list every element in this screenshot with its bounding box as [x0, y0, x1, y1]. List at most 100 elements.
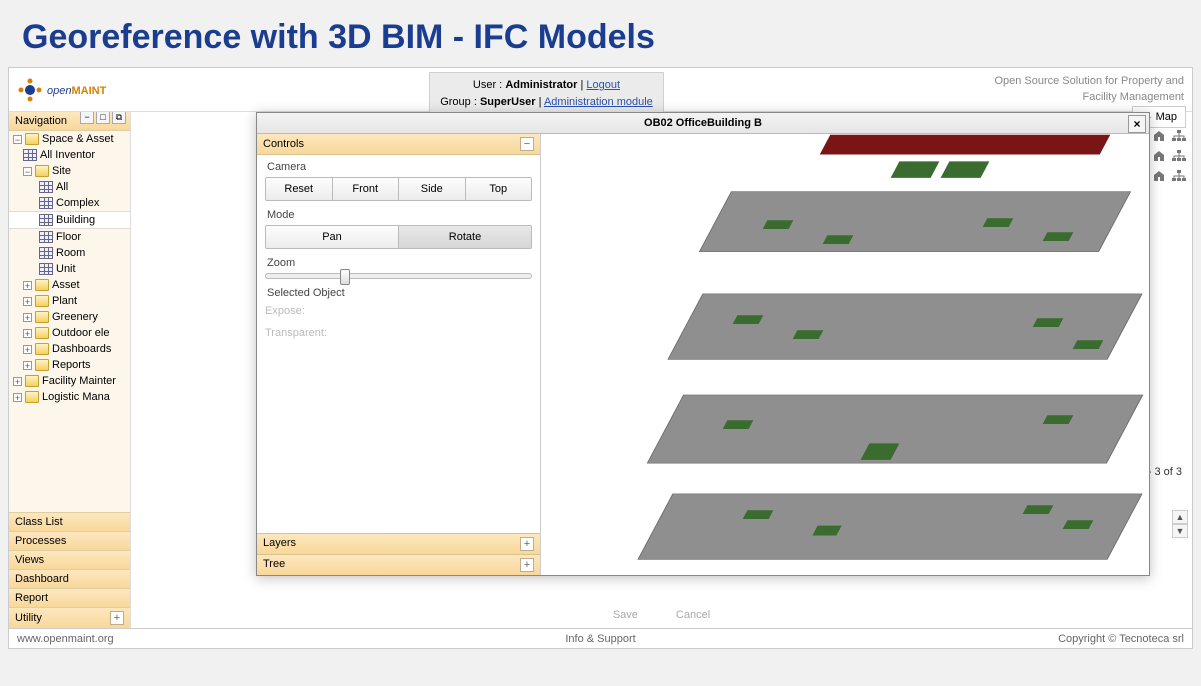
- tree-asset[interactable]: + Asset: [9, 277, 130, 293]
- accordion-report[interactable]: Report: [9, 588, 130, 607]
- logo-icon: [17, 77, 43, 103]
- tree-outdoor[interactable]: +Outdoor ele: [9, 325, 130, 341]
- modal-title: OB02 OfficeBuilding B ×: [257, 113, 1149, 134]
- footer-link-mid[interactable]: Info & Support: [565, 633, 635, 645]
- selected-object-label: Selected Object: [265, 287, 532, 299]
- zoom-fieldset: Zoom: [265, 257, 532, 279]
- tree-space-asset[interactable]: −Space & Asset: [9, 131, 130, 147]
- expand-icon[interactable]: +: [23, 345, 32, 354]
- tree-room[interactable]: Room: [9, 245, 130, 261]
- building-icon[interactable]: [1152, 150, 1166, 162]
- accordion-label: Utility: [15, 612, 42, 624]
- tree-accordion[interactable]: Tree +: [257, 554, 540, 575]
- tree-plant[interactable]: +Plant: [9, 293, 130, 309]
- camera-side-button[interactable]: Side: [399, 178, 466, 200]
- expand-icon[interactable]: +: [23, 313, 32, 322]
- grid-icon: [39, 181, 53, 193]
- close-icon[interactable]: ×: [1128, 115, 1146, 133]
- tree-site[interactable]: −Site: [9, 163, 130, 179]
- layers-accordion[interactable]: Layers +: [257, 533, 540, 554]
- expand-icon[interactable]: +: [13, 393, 22, 402]
- grid-icon: [39, 263, 53, 275]
- tree-dashboards[interactable]: +Dashboards: [9, 341, 130, 357]
- accordion-label: Dashboard: [15, 573, 69, 585]
- building-icon[interactable]: [1152, 130, 1166, 142]
- camera-reset-button[interactable]: Reset: [266, 178, 333, 200]
- form-actions: Save Cancel: [601, 606, 722, 624]
- save-button[interactable]: Save: [601, 606, 650, 624]
- expand-icon[interactable]: +: [23, 281, 32, 290]
- collapse-icon[interactable]: −: [13, 135, 22, 144]
- tree-label: All: [56, 181, 68, 193]
- cancel-button[interactable]: Cancel: [664, 606, 722, 624]
- tree-greenery[interactable]: + Greenery: [9, 309, 130, 325]
- tree-label: Floor: [56, 231, 81, 243]
- tree-facility[interactable]: +Facility Mainter: [9, 373, 130, 389]
- expand-icon[interactable]: +: [23, 297, 32, 306]
- map-button-label: Map: [1156, 111, 1177, 123]
- tree-label: Room: [56, 247, 85, 259]
- 3d-viewport[interactable]: [541, 134, 1149, 575]
- collapse-icon[interactable]: −: [520, 137, 534, 151]
- accordion-views[interactable]: Views: [9, 550, 130, 569]
- hierarchy-icon[interactable]: [1172, 130, 1186, 142]
- tree-building[interactable]: Building: [9, 211, 130, 229]
- mode-pan-button[interactable]: Pan: [266, 226, 399, 248]
- zoom-slider[interactable]: [265, 273, 532, 279]
- expand-icon[interactable]: +: [13, 377, 22, 386]
- expand-icon[interactable]: +: [23, 329, 32, 338]
- zoom-label: Zoom: [265, 257, 532, 269]
- admin-module-link[interactable]: Administration module: [544, 96, 653, 108]
- maximize-icon[interactable]: □: [96, 112, 110, 124]
- tree-label: Greenery: [52, 311, 98, 323]
- tree-all-inventory[interactable]: All Inventor: [9, 147, 130, 163]
- mode-buttons: Pan Rotate: [265, 225, 532, 249]
- restore-icon[interactable]: ⧉: [112, 112, 126, 124]
- scroll-down-icon[interactable]: ▼: [1172, 524, 1188, 538]
- tree-floor[interactable]: Floor: [9, 229, 130, 245]
- folder-icon: [35, 359, 49, 371]
- folder-icon: [35, 343, 49, 355]
- user-label: User :: [473, 79, 502, 91]
- footer: www.openmaint.org Info & Support Copyrig…: [9, 628, 1192, 648]
- camera-top-button[interactable]: Top: [466, 178, 532, 200]
- topbar: openMAINT User : Administrator | Logout …: [9, 68, 1192, 112]
- expand-icon[interactable]: +: [520, 537, 534, 551]
- expand-icon[interactable]: +: [23, 361, 32, 370]
- hierarchy-icon[interactable]: [1172, 150, 1186, 162]
- grid-action-column: [1152, 126, 1186, 186]
- layers-label: Layers: [263, 537, 296, 551]
- camera-front-button[interactable]: Front: [333, 178, 400, 200]
- expand-icon[interactable]: +: [520, 558, 534, 572]
- scroll-up-icon[interactable]: ▲: [1172, 510, 1188, 524]
- tree-complex[interactable]: Complex: [9, 195, 130, 211]
- building-icon[interactable]: [1152, 170, 1166, 182]
- minimize-icon[interactable]: −: [80, 112, 94, 124]
- accordion-label: Views: [15, 554, 44, 566]
- mode-rotate-button[interactable]: Rotate: [399, 226, 531, 248]
- mode-fieldset: Mode Pan Rotate: [265, 209, 532, 249]
- transparent-label: Transparent:: [265, 325, 532, 347]
- accordion-utility[interactable]: Utility +: [9, 607, 130, 628]
- expand-icon[interactable]: +: [110, 611, 124, 625]
- accordion-dashboard[interactable]: Dashboard: [9, 569, 130, 588]
- folder-icon: [35, 295, 49, 307]
- logout-link[interactable]: Logout: [586, 79, 620, 91]
- tree-unit[interactable]: Unit: [9, 261, 130, 277]
- accordion-class-list[interactable]: Class List: [9, 512, 130, 531]
- logo: openMAINT: [17, 77, 106, 103]
- slider-thumb[interactable]: [340, 269, 350, 285]
- controls-header[interactable]: Controls −: [257, 134, 540, 155]
- tagline-line1: Open Source Solution for Property and: [994, 74, 1184, 89]
- tree-logistic[interactable]: +Logistic Mana: [9, 389, 130, 405]
- tree-reports[interactable]: +Reports: [9, 357, 130, 373]
- grid-icon: [39, 197, 53, 209]
- accordion-processes[interactable]: Processes: [9, 531, 130, 550]
- logo-text: openMAINT: [47, 82, 106, 97]
- collapse-icon[interactable]: −: [23, 167, 32, 176]
- hierarchy-icon[interactable]: [1172, 170, 1186, 182]
- tree-all[interactable]: All: [9, 179, 130, 195]
- controls-panel: Controls − Camera Reset Front Side Top: [257, 134, 541, 575]
- tree-label: Asset: [52, 279, 80, 291]
- footer-link-left[interactable]: www.openmaint.org: [17, 633, 114, 645]
